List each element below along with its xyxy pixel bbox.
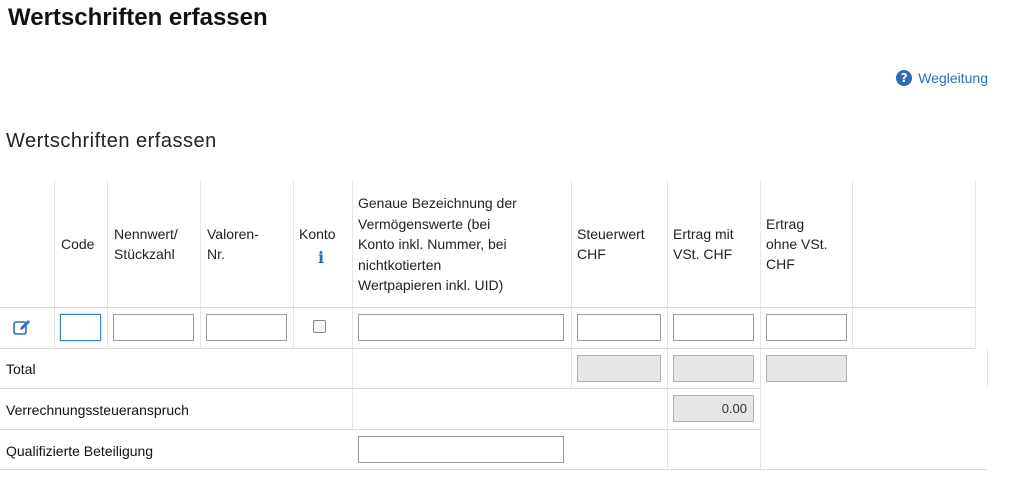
steuerwert-input[interactable] [577, 314, 661, 341]
column-divider [293, 180, 294, 348]
total-label: Total [6, 361, 36, 377]
bezeichnung-input[interactable] [358, 314, 564, 341]
question-circle-icon: ? [896, 70, 913, 86]
row-divider [0, 348, 975, 349]
konto-checkbox[interactable] [313, 320, 326, 333]
ertrag-mit-vst-input[interactable] [673, 314, 754, 341]
pencil-edit-icon[interactable] [13, 319, 33, 335]
info-icon[interactable]: i [318, 248, 324, 267]
help-link[interactable]: ? Wegleitung [896, 70, 988, 86]
code-input[interactable] [60, 314, 101, 341]
row-divider [0, 307, 975, 308]
column-header-ertrag-ohne-vst: Ertrag ohne VSt. CHF [766, 216, 828, 272]
verrechnung-label: Verrechnungssteueranspruch [6, 402, 189, 418]
verrechnung-value: 0.00 [673, 395, 754, 422]
column-header-bezeichnung: Genaue Bezeichnung der Vermögenswerte (b… [358, 195, 517, 293]
column-divider [987, 348, 988, 388]
column-divider [571, 180, 572, 388]
column-divider [667, 180, 668, 470]
help-link-label: Wegleitung [918, 70, 988, 86]
column-header-ertrag-mit-vst: Ertrag mit VSt. CHF [673, 226, 734, 262]
valoren-input[interactable] [206, 314, 287, 341]
total-steuerwert [577, 355, 661, 382]
column-header-steuerwert: Steuerwert CHF [577, 226, 645, 262]
row-divider [0, 429, 760, 430]
column-divider [852, 180, 853, 348]
row-divider [0, 388, 760, 389]
page-title: Wertschriften erfassen [8, 4, 268, 31]
nennwert-input[interactable] [113, 314, 194, 341]
column-header-valoren: Valoren- Nr. [207, 226, 259, 262]
column-divider [975, 180, 976, 348]
column-header-konto: Konto [299, 226, 336, 242]
total-ertrag-mit-vst [673, 355, 754, 382]
section-title: Wertschriften erfassen [6, 130, 217, 152]
column-divider [352, 180, 353, 430]
column-header-nennwert: Nennwert/ Stückzahl [114, 226, 178, 262]
total-ertrag-ohne-vst [766, 355, 847, 382]
column-divider [107, 180, 108, 348]
column-divider [200, 180, 201, 348]
beteiligung-label: Qualifizierte Beteiligung [6, 443, 154, 459]
beteiligung-input[interactable] [358, 436, 564, 463]
column-divider [54, 180, 55, 348]
column-divider [760, 180, 761, 470]
column-header-code: Code [61, 236, 95, 252]
row-divider [0, 469, 987, 470]
ertrag-ohne-vst-input[interactable] [766, 314, 847, 341]
